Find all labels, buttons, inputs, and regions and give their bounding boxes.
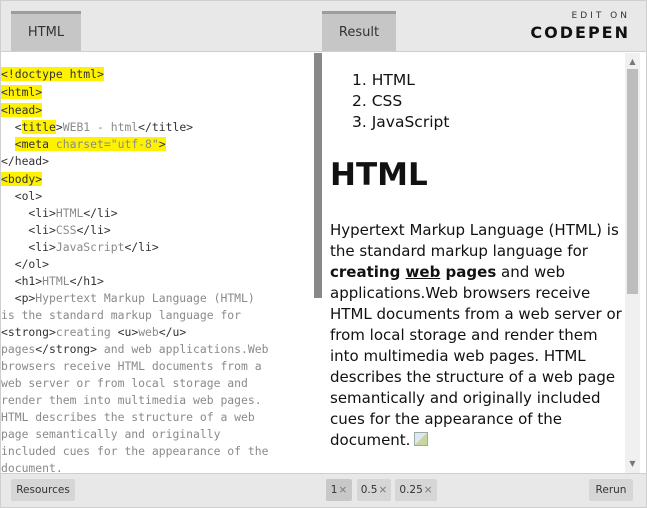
list-item-number: 2. [352,92,372,110]
list-item: 1. HTML [352,70,449,91]
code-line: page semantically and originally [1,427,221,441]
html-code-pane[interactable]: <!doctype html> <html> <head> <title>WEB… [1,53,314,473]
result-heading: HTML [330,157,428,193]
code-line: <!doctype html> [1,67,104,81]
code-line: <li>JavaScript</li> [1,240,159,254]
pane-resize-handle[interactable] [314,53,322,298]
code-line: render them into multimedia web pages. [1,393,262,407]
strong-text: creating [330,263,406,281]
code-line: </head> [1,154,50,168]
code-line: <body> [1,172,43,186]
edit-on-label: EDIT ON [571,11,630,21]
code-line: <li>CSS</li> [1,223,111,237]
result-preview-pane: 1. HTML 2. CSS 3. JavaScript HTML Hypert… [322,53,625,473]
code-line: <ol> [1,189,43,203]
resources-button[interactable]: Resources [11,479,75,501]
list-item-text: CSS [371,92,403,110]
resources-label: Resources [16,484,70,496]
tab-result-label: Result [338,25,380,40]
code-line: <head> [1,103,43,117]
broken-image-icon [414,432,429,446]
zoom-0.25-button[interactable]: 0.25 × [395,479,437,501]
close-icon: × [378,484,388,496]
tab-html-label: HTML [27,25,65,40]
list-item-number: 1. [352,71,372,89]
code-line: </ol> [1,257,50,271]
result-scrollbar[interactable]: ▲ ▼ [625,53,640,473]
code-line: browsers receive HTML documents from a [1,359,262,373]
zoom-0.5-button[interactable]: 0.5 × [357,479,391,501]
code-line: web server or from local storage and [1,376,248,390]
strong-text: pages [440,263,497,281]
zoom-1-button[interactable]: 1 × [326,479,352,501]
edit-on-codepen-link[interactable]: EDIT ON CODEPEN [530,11,630,42]
zoom-label: 0.25 [399,484,423,496]
paragraph-text: Hypertext Markup Language (HTML) is the … [330,221,619,260]
rerun-label: Rerun [595,484,627,496]
code-line: <h1>HTML</h1> [1,274,104,288]
embed-header: HTML Result EDIT ON CODEPEN [1,1,646,52]
result-paragraph: Hypertext Markup Language (HTML) is the … [330,220,622,451]
code-line: <p>Hypertext Markup Language (HTML) [1,291,255,305]
list-item-text: HTML [371,71,415,89]
code-line: included cues for the appearance of the [1,444,269,458]
rerun-button[interactable]: Rerun [589,479,633,501]
code-line: <li>HTML</li> [1,206,118,220]
code-line: HTML describes the structure of a web [1,410,255,424]
zoom-label: 1 [330,484,338,496]
paragraph-strong: creating web pages [330,263,496,281]
code-line: pages</strong> and web applications.Web [1,342,269,356]
code-line: <meta charset="utf-8"> [14,137,166,151]
code-line: is the standard markup language for [1,308,242,322]
code-line: <html> [1,85,43,99]
codepen-logo: CODEPEN [530,23,630,42]
scroll-up-arrow-icon[interactable]: ▲ [625,55,640,69]
close-icon: × [338,484,348,496]
underlined-text: web [405,263,441,281]
scroll-down-arrow-icon[interactable]: ▼ [625,457,640,471]
list-item: 2. CSS [352,91,449,112]
list-item-number: 3. [352,113,372,131]
code-line: <title>WEB1 - html</title> [14,120,194,134]
result-ordered-list: 1. HTML 2. CSS 3. JavaScript [352,70,449,133]
tab-result[interactable]: Result [322,11,396,51]
list-item: 3. JavaScript [352,112,449,133]
code-line: document. [1,461,63,473]
embed-footer: Resources 1 × 0.5 × 0.25 × Rerun [1,473,646,507]
zoom-label: 0.5 [360,484,378,496]
tab-html[interactable]: HTML [11,11,81,51]
close-icon: × [423,484,433,496]
scroll-thumb[interactable] [627,69,638,294]
paragraph-text: and web applications.Web browsers receiv… [330,263,622,449]
code-line: <strong>creating <u>web</u> [1,325,187,339]
list-item-text: JavaScript [371,113,450,131]
